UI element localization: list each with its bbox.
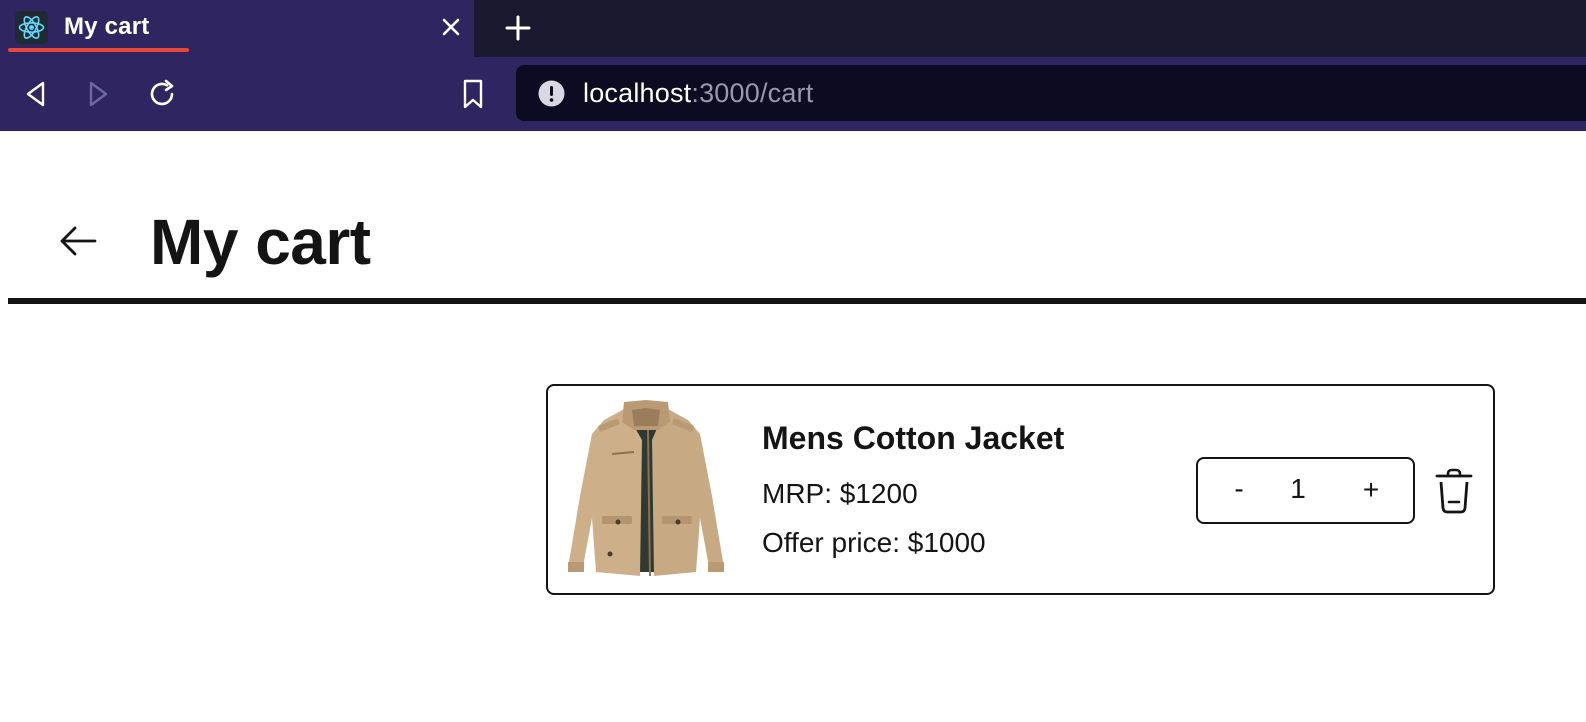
page-title: My cart [150,206,371,278]
site-info-icon[interactable] [538,80,565,107]
decrement-button[interactable]: - [1224,473,1254,505]
new-tab-icon[interactable] [503,13,533,43]
trash-icon[interactable] [1434,468,1474,514]
close-tab-icon[interactable] [440,16,462,38]
jacket-image [562,400,730,580]
reload-icon[interactable] [145,77,179,111]
header-divider [8,298,1586,304]
address-bar[interactable]: localhost:3000/cart [516,65,1586,121]
url-host: localhost [583,78,692,108]
forward-nav-icon[interactable] [82,77,116,111]
product-mrp: MRP: $1200 [762,478,918,509]
browser-toolbar: localhost:3000/cart [0,57,1586,131]
url-path: :3000/cart [691,78,814,108]
tab-active-indicator [8,48,189,52]
react-logo-icon [15,11,48,44]
quantity-stepper: - 1 + [1196,457,1415,524]
arrow-left-icon[interactable] [58,224,98,258]
tab-title: My cart [64,13,150,40]
increment-button[interactable]: + [1356,474,1386,506]
product-offer-price: Offer price: $1000 [762,527,986,558]
browser-tab-active[interactable]: My cart [0,0,474,57]
product-name[interactable]: Mens Cotton Jacket [762,420,1064,457]
cart-item: Mens Cotton Jacket MRP: $1200 Offer pric… [546,384,1495,595]
quantity-value: 1 [1290,473,1306,504]
bookmark-icon[interactable] [456,77,490,111]
browser-tabbar: My cart [0,0,1586,57]
url-text[interactable]: localhost:3000/cart [583,78,813,109]
back-nav-icon[interactable] [18,77,52,111]
